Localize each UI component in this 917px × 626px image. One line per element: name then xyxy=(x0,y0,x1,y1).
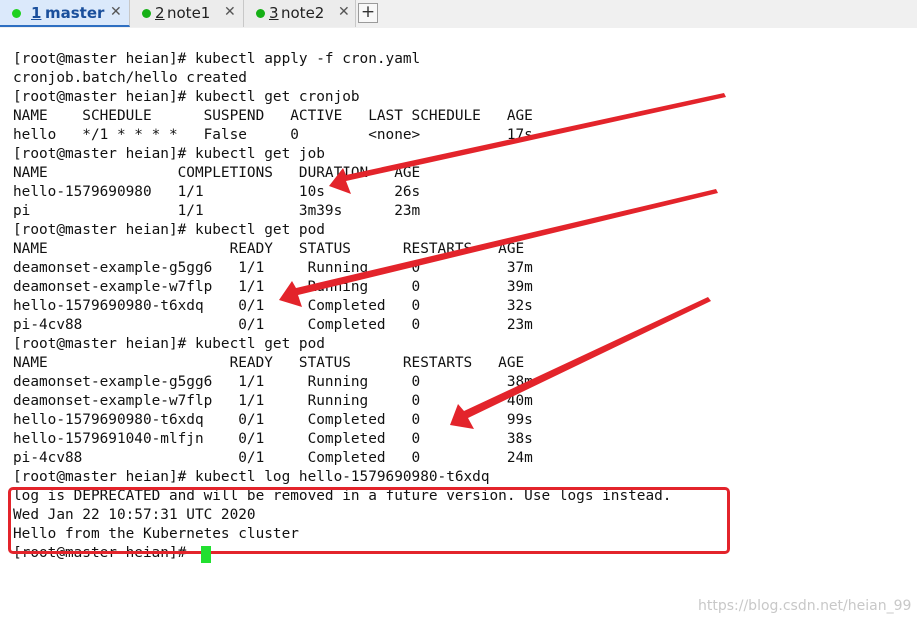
close-tab-icon[interactable]: ✕ xyxy=(110,4,122,20)
terminal-line: pi-4cv88 0/1 Completed 0 23m xyxy=(13,317,533,333)
new-tab-button[interactable]: + xyxy=(358,3,378,23)
terminal-line: deamonset-example-g5gg6 1/1 Running 0 38… xyxy=(13,374,533,390)
tab-note2[interactable]: 3 note2 ✕ xyxy=(244,0,356,27)
terminal-line: hello-1579690980 1/1 10s 26s xyxy=(13,184,421,200)
terminal-line: deamonset-example-g5gg6 1/1 Running 0 37… xyxy=(13,260,533,276)
watermark: https://blog.csdn.net/heian_99 xyxy=(698,598,912,614)
tab-bar: 1 master ✕ 2 note1 ✕ 3 note2 ✕ + xyxy=(0,0,917,29)
terminal-line: [root@master heian]# kubectl get cronjob xyxy=(13,89,360,105)
terminal-line: pi 1/1 3m39s 23m xyxy=(13,203,421,219)
log-output-highlight xyxy=(8,487,730,554)
tab-note1[interactable]: 2 note1 ✕ xyxy=(130,0,244,27)
terminal-line: NAME READY STATUS RESTARTS AGE xyxy=(13,241,525,257)
terminal-line: NAME SCHEDULE SUSPEND ACTIVE LAST SCHEDU… xyxy=(13,108,533,124)
terminal-line: [root@master heian]# kubectl log hello-1… xyxy=(13,469,490,485)
connection-status-icon xyxy=(142,9,151,18)
terminal-line: [root@master heian]# kubectl get job xyxy=(13,146,325,162)
tab-number: 3 xyxy=(269,4,279,22)
terminal-line: hello */1 * * * * False 0 <none> 17s xyxy=(13,127,533,143)
terminal-line: hello-1579690980-t6xdq 0/1 Completed 0 9… xyxy=(13,412,533,428)
terminal-line: [root@master heian]# kubectl apply -f cr… xyxy=(13,51,421,67)
tab-master[interactable]: 1 master ✕ xyxy=(0,0,130,27)
close-tab-icon[interactable]: ✕ xyxy=(224,4,236,20)
terminal-line: [root@master heian]# kubectl get pod xyxy=(13,336,325,352)
terminal-cursor xyxy=(201,546,211,563)
terminal-line: cronjob.batch/hello created xyxy=(13,70,247,86)
close-tab-icon[interactable]: ✕ xyxy=(338,4,350,20)
tab-number: 2 xyxy=(155,4,165,22)
terminal-line: pi-4cv88 0/1 Completed 0 24m xyxy=(13,450,533,466)
terminal-line: [root@master heian]# kubectl get pod xyxy=(13,222,325,238)
tab-label: note1 xyxy=(167,4,211,22)
terminal-line: NAME READY STATUS RESTARTS AGE xyxy=(13,355,525,371)
terminal-line: hello-1579690980-t6xdq 0/1 Completed 0 3… xyxy=(13,298,533,314)
terminal-line: hello-1579691040-mlfjn 0/1 Completed 0 3… xyxy=(13,431,533,447)
connection-status-icon xyxy=(12,9,21,18)
tab-label: note2 xyxy=(281,4,325,22)
tab-label: master xyxy=(45,4,105,22)
connection-status-icon xyxy=(256,9,265,18)
tab-number: 1 xyxy=(31,4,42,22)
terminal-line: deamonset-example-w7flp 1/1 Running 0 40… xyxy=(13,393,533,409)
terminal-line: deamonset-example-w7flp 1/1 Running 0 39… xyxy=(13,279,533,295)
terminal-line: NAME COMPLETIONS DURATION AGE xyxy=(13,165,421,181)
